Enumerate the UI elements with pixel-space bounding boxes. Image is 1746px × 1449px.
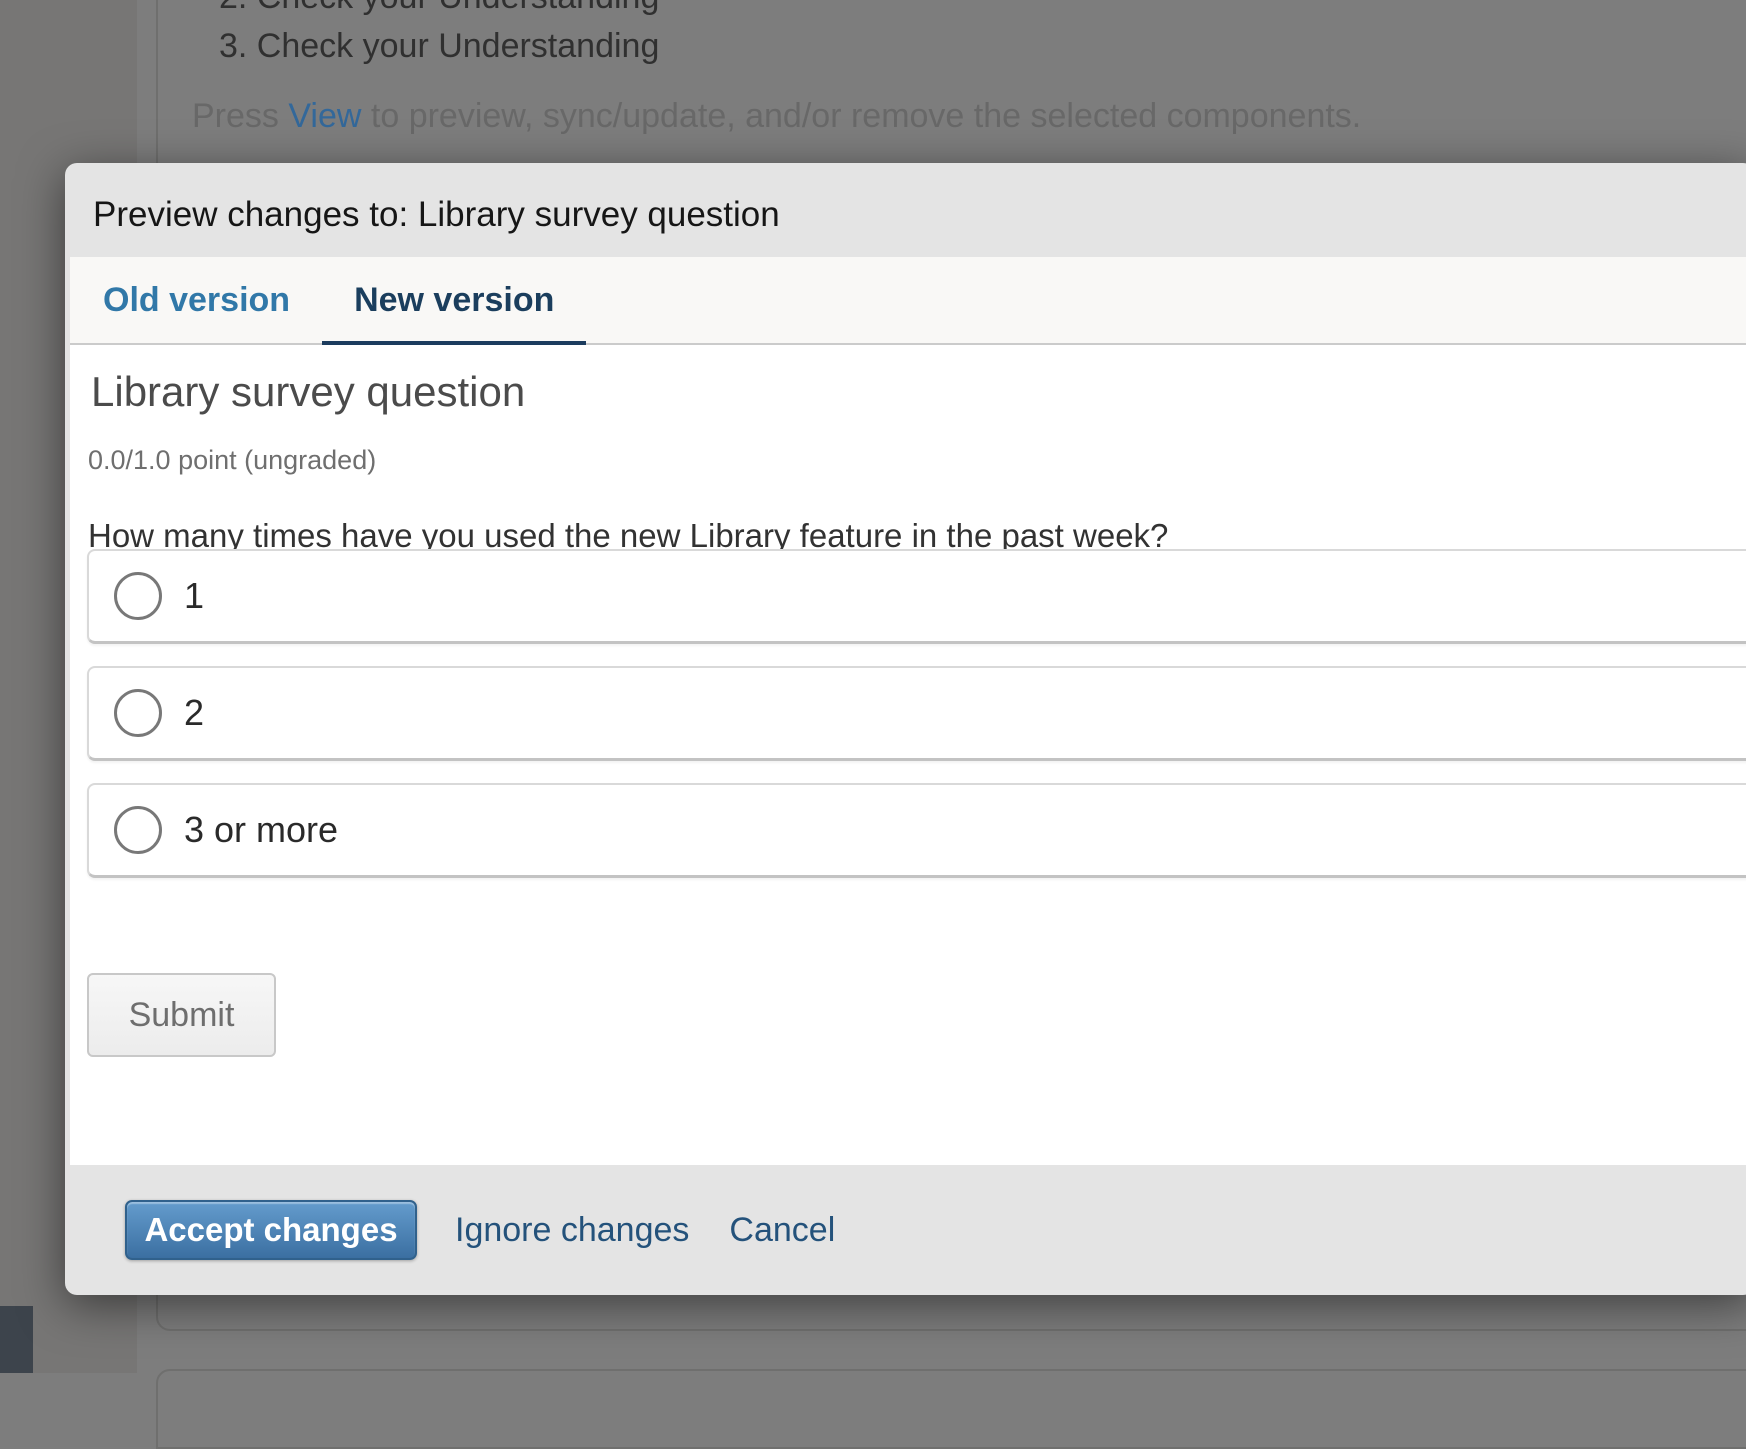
list-item: 2. Check your Understanding — [219, 0, 659, 22]
question-preview-content: Library survey question 0.0/1.0 point (u… — [70, 345, 1746, 1165]
question-points: 0.0/1.0 point (ungraded) — [88, 445, 376, 476]
option-label: 2 — [184, 692, 204, 734]
option-card[interactable]: 1 — [87, 549, 1746, 644]
radio-icon[interactable] — [114, 572, 162, 620]
option-card[interactable]: 2 — [87, 666, 1746, 761]
background-hint-text: Press View to preview, sync/update, and/… — [192, 97, 1361, 136]
option-card[interactable]: 3 or more — [87, 783, 1746, 878]
question-heading: Library survey question — [91, 368, 525, 416]
option-label: 3 or more — [184, 809, 338, 851]
dimmed-corner-element — [0, 1306, 33, 1373]
hint-suffix: to preview, sync/update, and/or remove t… — [361, 97, 1361, 135]
modal-title: Preview changes to: Library survey quest… — [93, 195, 780, 235]
modal-footer: Accept changes Ignore changes Cancel — [65, 1165, 1746, 1295]
list-item: 3. Check your Understanding — [219, 22, 659, 71]
radio-icon[interactable] — [114, 806, 162, 854]
option-label: 1 — [184, 575, 204, 617]
tab-new-version[interactable]: New version — [322, 257, 586, 343]
preview-changes-modal: Preview changes to: Library survey quest… — [65, 163, 1746, 1295]
answer-options: 1 2 3 or more — [87, 549, 1746, 900]
dimmed-next-panel-outline — [156, 1369, 1746, 1449]
radio-icon[interactable] — [114, 689, 162, 737]
cancel-link[interactable]: Cancel — [729, 1211, 835, 1250]
submit-button[interactable]: Submit — [87, 973, 276, 1057]
ignore-changes-link[interactable]: Ignore changes — [455, 1211, 689, 1250]
version-tabbar: Old version New version — [70, 257, 1746, 345]
hint-prefix: Press — [192, 97, 288, 135]
modal-window: Old version New version Library survey q… — [70, 257, 1746, 1165]
view-link[interactable]: View — [288, 97, 361, 135]
tab-old-version[interactable]: Old version — [71, 257, 322, 343]
accept-changes-button[interactable]: Accept changes — [125, 1200, 417, 1260]
background-component-list: 2. Check your Understanding 3. Check you… — [219, 0, 659, 71]
